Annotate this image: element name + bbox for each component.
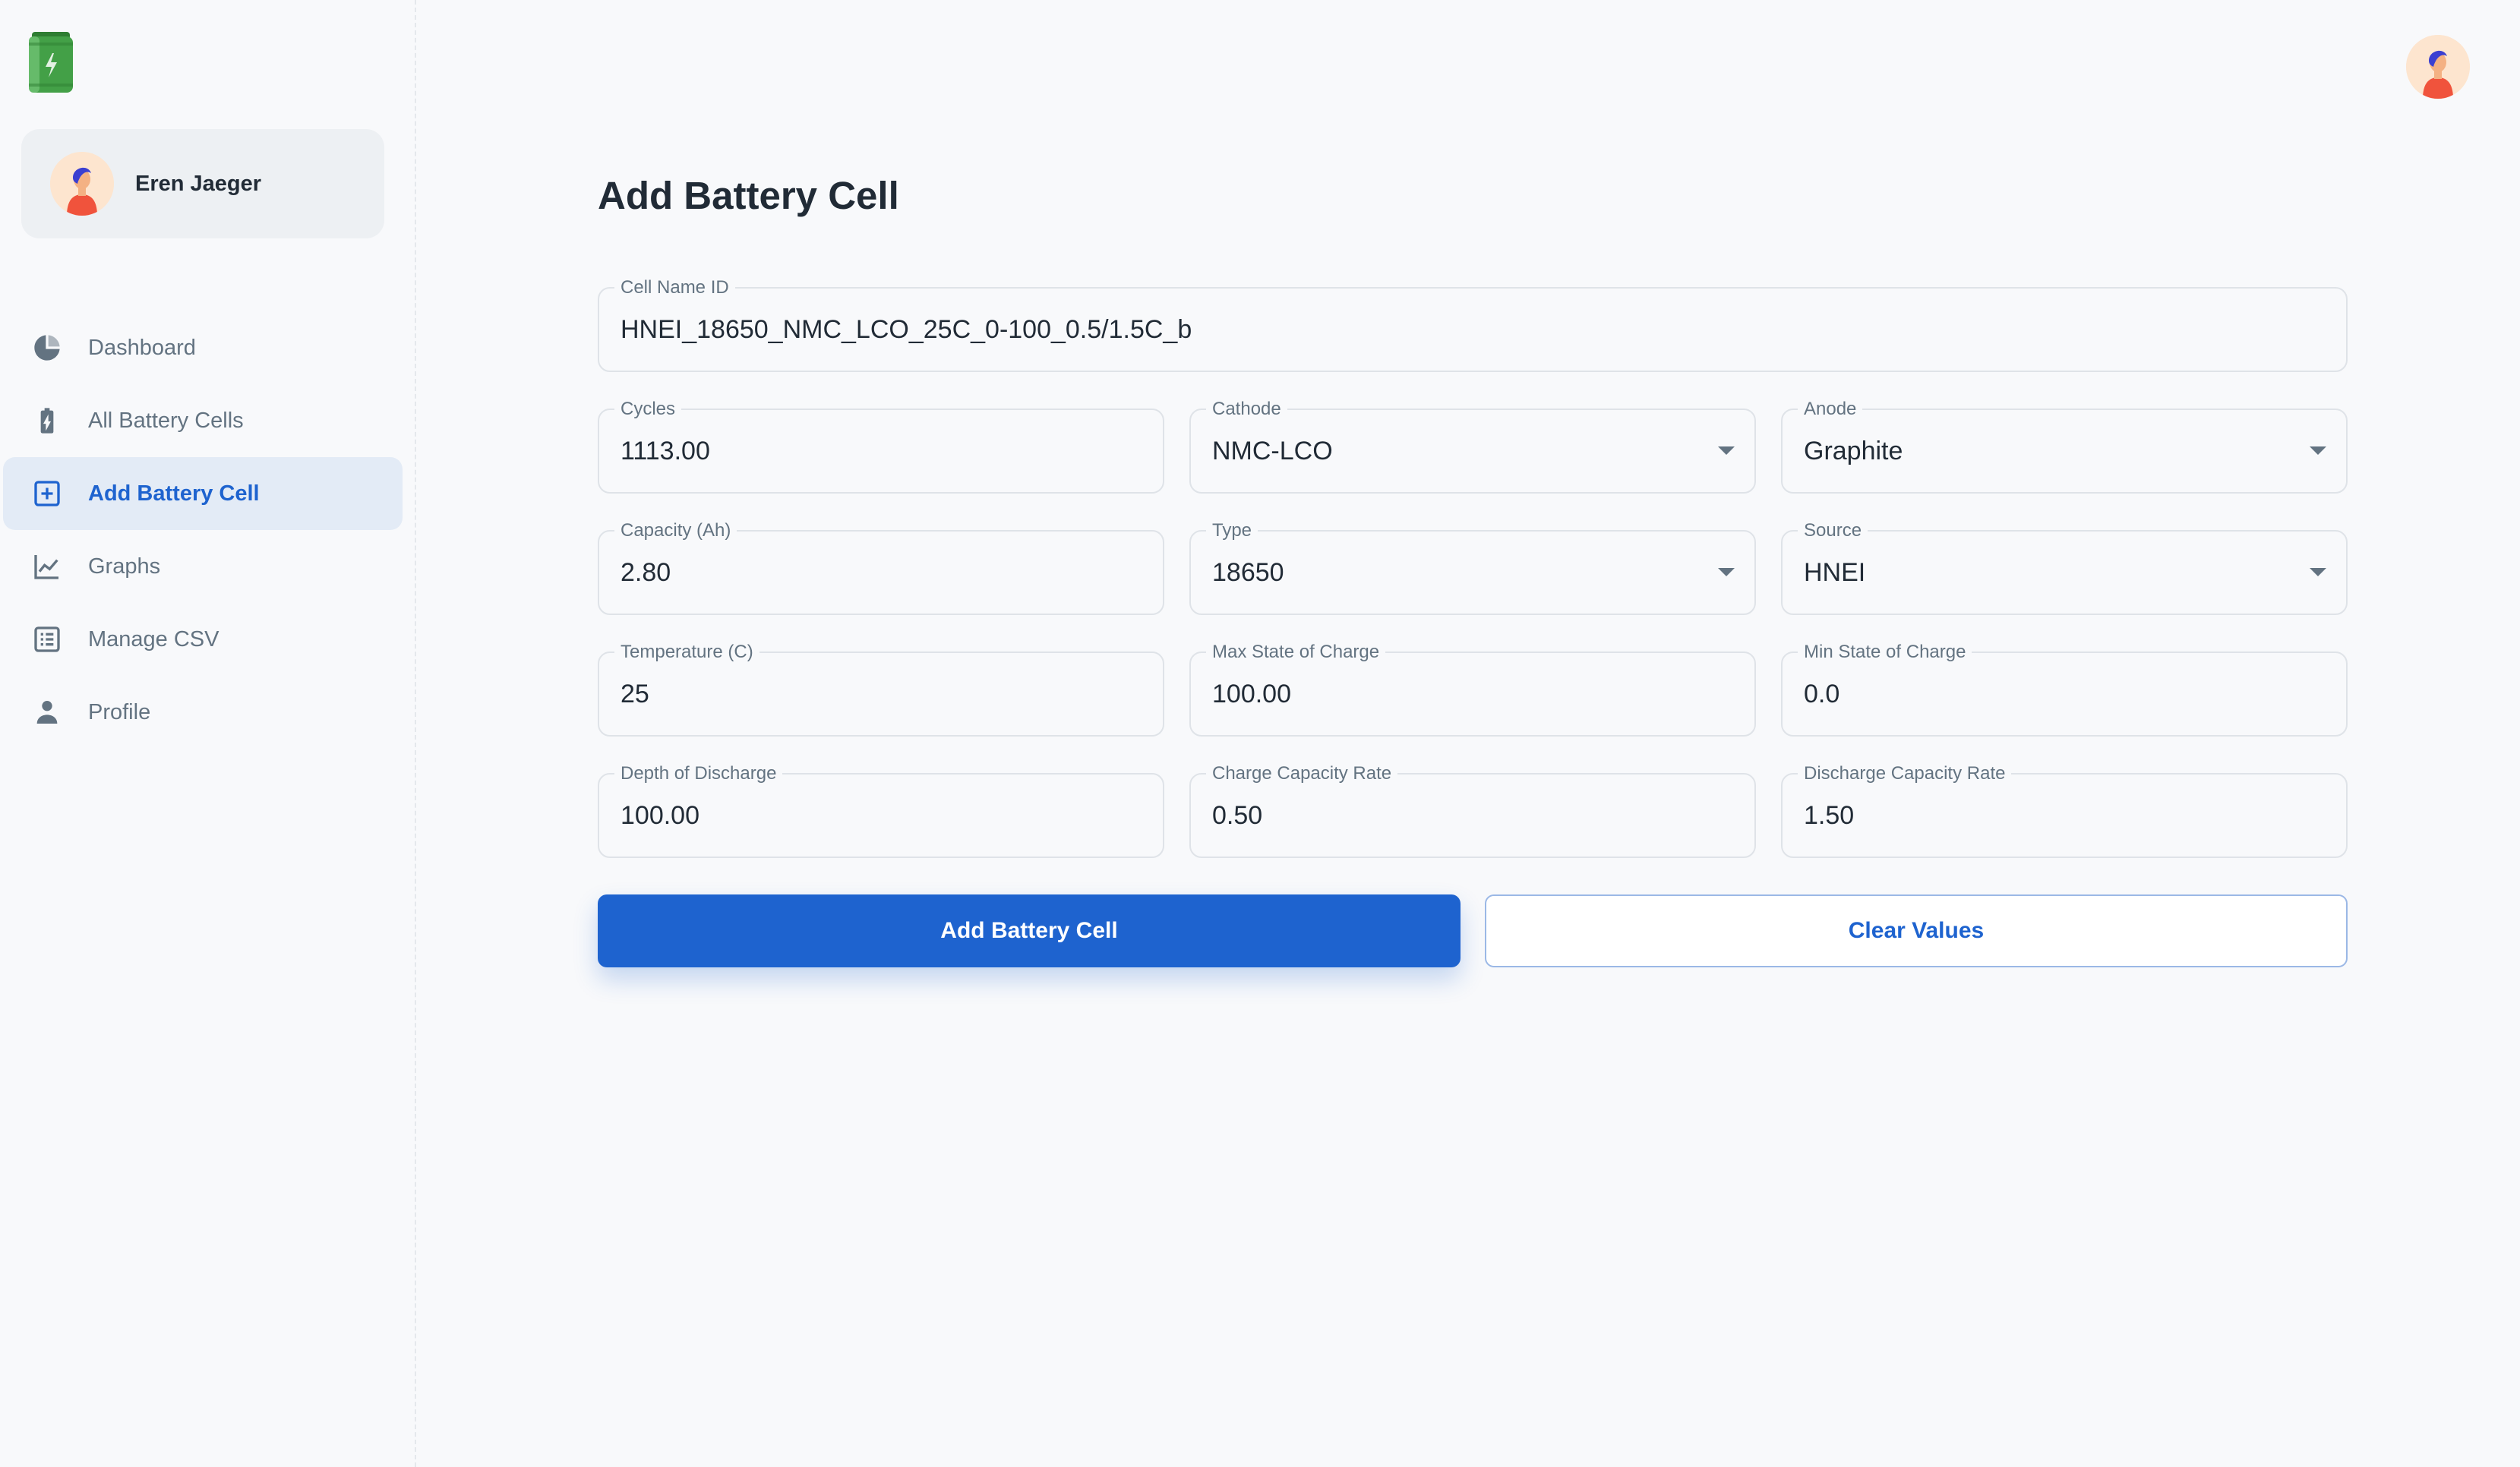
- field-value: 18650: [1212, 558, 1284, 587]
- source-select[interactable]: Source HNEI: [1781, 520, 2348, 615]
- cell-name-id-field[interactable]: Cell Name ID HNEI_18650_NMC_LCO_25C_0-10…: [598, 277, 2348, 372]
- sidebar-item-label: Profile: [88, 699, 151, 724]
- field-label: Depth of Discharge: [614, 763, 783, 784]
- field-label: Anode: [1798, 399, 1863, 420]
- dropdown-arrow-icon: [1718, 568, 1735, 576]
- field-value: 2.80: [621, 558, 671, 587]
- field-value: HNEI: [1804, 558, 1866, 587]
- sidebar-nav: Dashboard All Battery Cells Add Battery …: [3, 311, 403, 749]
- discharge-capacity-rate-field[interactable]: Discharge Capacity Rate 1.50: [1781, 763, 2348, 858]
- field-label: Cycles: [614, 399, 682, 420]
- dropdown-arrow-icon: [2310, 446, 2326, 455]
- line-chart-icon: [30, 550, 64, 583]
- capacity-field[interactable]: Capacity (Ah) 2.80: [598, 520, 1164, 615]
- min-state-of-charge-field[interactable]: Min State of Charge 0.0: [1781, 642, 2348, 737]
- field-label: Capacity (Ah): [614, 520, 737, 541]
- field-value: 0.50: [1212, 801, 1263, 830]
- sidebar-item-graphs[interactable]: Graphs: [3, 530, 403, 603]
- field-label: Cell Name ID: [614, 277, 735, 298]
- field-label: Type: [1206, 520, 1258, 541]
- account-avatar-button[interactable]: [2406, 35, 2470, 99]
- clear-values-button[interactable]: Clear Values: [1485, 894, 2348, 967]
- field-value: 25: [621, 680, 649, 708]
- cycles-field[interactable]: Cycles 1113.00: [598, 399, 1164, 494]
- type-select[interactable]: Type 18650: [1189, 520, 1756, 615]
- sidebar-item-label: All Battery Cells: [88, 408, 244, 433]
- field-label: Discharge Capacity Rate: [1798, 763, 2012, 784]
- battery-logo-icon[interactable]: [29, 32, 73, 93]
- page-title: Add Battery Cell: [598, 174, 899, 217]
- depth-of-discharge-field[interactable]: Depth of Discharge 100.00: [598, 763, 1164, 858]
- sidebar-item-add-battery-cell[interactable]: Add Battery Cell: [3, 457, 403, 530]
- field-value: NMC-LCO: [1212, 437, 1333, 465]
- field-value: 0.0: [1804, 680, 1840, 708]
- user-name: Eren Jaeger: [135, 171, 262, 196]
- sidebar-item-label: Add Battery Cell: [88, 481, 260, 506]
- user-avatar: [50, 152, 114, 216]
- dropdown-arrow-icon: [1718, 446, 1735, 455]
- add-battery-cell-button[interactable]: Add Battery Cell: [598, 894, 1461, 967]
- temperature-field[interactable]: Temperature (C) 25: [598, 642, 1164, 737]
- sidebar-item-profile[interactable]: Profile: [3, 676, 403, 749]
- sidebar-item-manage-csv[interactable]: Manage CSV: [3, 603, 403, 676]
- sidebar-item-label: Graphs: [88, 554, 161, 579]
- battery-charging-icon: [30, 404, 64, 437]
- list-icon: [30, 623, 64, 656]
- field-value: 1.50: [1804, 801, 1855, 830]
- pie-chart-icon: [30, 331, 64, 364]
- field-label: Charge Capacity Rate: [1206, 763, 1398, 784]
- cathode-select[interactable]: Cathode NMC-LCO: [1189, 399, 1756, 494]
- field-label: Cathode: [1206, 399, 1287, 420]
- field-label: Min State of Charge: [1798, 642, 1972, 663]
- sidebar-item-label: Manage CSV: [88, 626, 219, 651]
- field-label: Max State of Charge: [1206, 642, 1386, 663]
- field-label: Source: [1798, 520, 1868, 541]
- field-value: 100.00: [1212, 680, 1291, 708]
- person-icon: [30, 696, 64, 729]
- max-state-of-charge-field[interactable]: Max State of Charge 100.00: [1189, 642, 1756, 737]
- field-value: 100.00: [621, 801, 699, 830]
- sidebar-item-dashboard[interactable]: Dashboard: [3, 311, 403, 384]
- user-card[interactable]: Eren Jaeger: [21, 129, 384, 238]
- dropdown-arrow-icon: [2310, 568, 2326, 576]
- field-value: Graphite: [1804, 437, 1903, 465]
- charge-capacity-rate-field[interactable]: Charge Capacity Rate 0.50: [1189, 763, 1756, 858]
- sidebar-item-label: Dashboard: [88, 335, 196, 360]
- field-value: 1113.00: [621, 437, 710, 465]
- sidebar-item-all-battery-cells[interactable]: All Battery Cells: [3, 384, 403, 457]
- anode-select[interactable]: Anode Graphite: [1781, 399, 2348, 494]
- field-value: HNEI_18650_NMC_LCO_25C_0-100_0.5/1.5C_b: [621, 315, 1192, 344]
- field-label: Temperature (C): [614, 642, 759, 663]
- plus-square-icon: [30, 477, 64, 510]
- sidebar: Eren Jaeger Dashboard All Battery Cells …: [0, 0, 416, 1467]
